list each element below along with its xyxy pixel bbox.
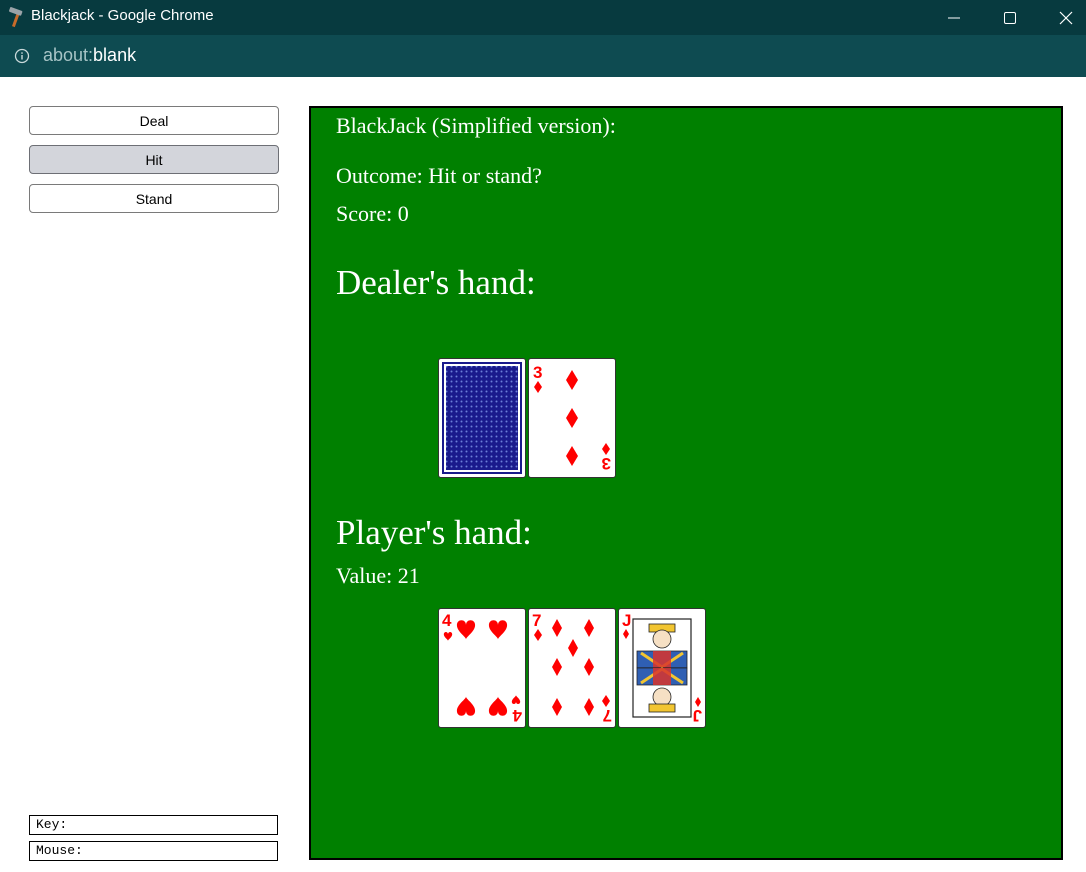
diamond-icon [623,629,629,639]
player-card-1: 4 4 [438,608,526,728]
diamond-icon [534,381,542,393]
maximize-icon [1004,11,1016,24]
card-rank-inverted: J [693,706,702,725]
card-rank-inverted: 7 [603,706,612,725]
diamond-icon [602,443,610,455]
dealer-card-1-facedown [438,358,526,478]
window-title: Blackjack - Google Chrome [31,7,214,24]
diamond-icon [566,408,578,428]
card-rank-inverted: 3 [602,454,611,473]
diamond-icon [552,619,562,637]
address-bar[interactable] [0,35,1086,77]
score-text: Score: 0 [336,201,409,226]
dealer-hand-heading: Dealer's hand: [336,263,536,302]
heart-icon [443,631,453,641]
card-rank-inverted: 4 [512,706,522,725]
heart-icon [511,695,521,705]
diamond-icon [552,658,562,676]
heart-icon [456,696,476,716]
diamond-icon [568,639,578,657]
player-hand-heading: Player's hand: [336,513,532,552]
close-icon [1059,11,1073,24]
window-titlebar: Blackjack - Google Chrome [0,0,1086,35]
heart-icon [488,620,508,640]
game-title: BlackJack (Simplified version): [336,113,616,138]
url-host: blank [93,45,137,65]
heart-icon [456,620,476,640]
player-card-3: J J [618,608,706,728]
diamond-icon [584,698,594,716]
diamond-icon [584,619,594,637]
minimize-icon [948,17,960,18]
diamond-icon [566,370,578,390]
game-canvas[interactable]: BlackJack (Simplified version): Outcome:… [309,106,1063,860]
maximize-button[interactable] [982,0,1038,35]
stand-button[interactable]: Stand [29,184,279,213]
card-rank: 3 [533,363,542,382]
close-button[interactable] [1038,0,1086,35]
diamond-icon [584,658,594,676]
deal-button[interactable]: Deal [29,106,279,135]
diamond-icon [695,697,701,707]
player-card-2: 7 7 [528,608,616,728]
hit-button[interactable]: Hit [29,145,279,174]
url-scheme: about: [43,45,94,65]
heart-icon [488,696,508,716]
jack-court-figure [632,618,692,718]
mouse-status: Mouse: [29,841,278,861]
hammer-icon [9,7,23,28]
diamond-icon [566,446,578,466]
key-status: Key: [29,815,278,835]
card-rank: 7 [532,611,541,630]
player-value-text: Value: 21 [336,563,420,588]
dealer-card-2: 3 3 [528,358,616,478]
diamond-icon [602,695,610,707]
card-rank: 4 [442,611,452,630]
diamond-icon [534,629,542,641]
info-icon[interactable] [14,48,30,64]
card-rank: J [622,611,631,630]
minimize-button[interactable] [926,0,982,35]
card-back-pattern [440,360,524,476]
url-text[interactable]: about:blank [43,45,136,66]
outcome-text: Outcome: Hit or stand? [336,163,542,188]
diamond-icon [552,698,562,716]
